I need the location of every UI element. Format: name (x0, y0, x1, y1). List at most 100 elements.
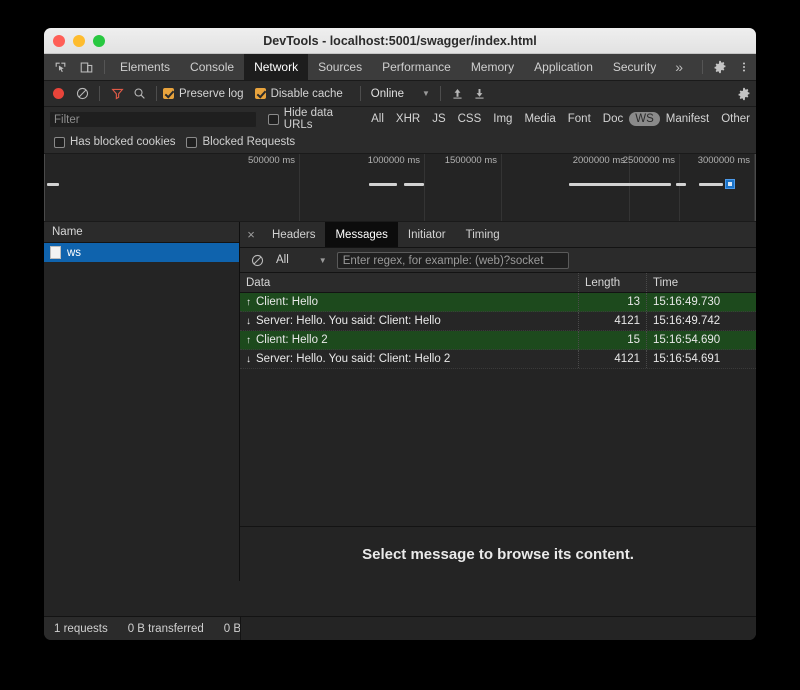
chevron-down-icon: ▼ (422, 89, 430, 98)
filter-input[interactable]: Filter (49, 110, 257, 128)
type-filter-manifest[interactable]: Manifest (660, 112, 715, 126)
search-icon[interactable] (128, 87, 150, 100)
message-type-value: All (276, 254, 289, 266)
minimize-window-button[interactable] (73, 34, 85, 47)
detail-tab-headers[interactable]: Headers (262, 222, 325, 247)
clear-messages-icon[interactable] (246, 254, 268, 267)
message-regex-input[interactable]: Enter regex, for example: (web)?socket (336, 251, 569, 269)
blocked-requests-checkbox[interactable]: Blocked Requests (186, 136, 295, 148)
status-requests-count: 1 requests (54, 622, 108, 635)
window-controls (53, 34, 105, 47)
tab-strip-spacer (692, 54, 697, 80)
overview-tick-0: 500000 ms (247, 155, 295, 166)
filter-icon[interactable] (106, 87, 128, 100)
blocked-requests-checkbox-box[interactable] (186, 136, 198, 148)
clear-network-log-icon[interactable] (71, 87, 93, 100)
message-row[interactable]: ↑ Client: Hello 13 15:16:49.730 (240, 293, 756, 312)
message-type-dropdown[interactable]: All ▼ (276, 254, 327, 266)
type-filter-all[interactable]: All (365, 112, 390, 126)
arrow-down-icon: ↓ (246, 353, 251, 365)
toolbar-divider-3 (359, 86, 361, 101)
column-header-length[interactable]: Length (578, 273, 646, 292)
arrow-down-icon: ↓ (246, 315, 251, 327)
preserve-log-checkbox[interactable]: Preserve log (163, 88, 244, 100)
message-row[interactable]: ↑ Client: Hello 2 15 15:16:54.690 (240, 331, 756, 350)
overview-selected-marker[interactable] (725, 179, 735, 189)
network-settings-gear-icon[interactable] (732, 87, 756, 101)
request-name-column-header[interactable]: Name (44, 222, 239, 243)
status-bar-clip: 1 requests 0 B transferred 0 B re (44, 617, 240, 640)
disable-cache-checkbox-box[interactable] (254, 88, 266, 99)
overview-request-bar (676, 183, 686, 186)
message-length-cell: 13 (578, 293, 646, 311)
tab-application[interactable]: Application (524, 54, 603, 80)
hide-data-urls-checkbox[interactable]: Hide data URLs (267, 107, 356, 131)
network-overview-timeline[interactable]: 500000 ms 1000000 ms 1500000 ms 2000000 … (44, 154, 756, 222)
message-row[interactable]: ↓ Server: Hello. You said: Client: Hello… (240, 350, 756, 369)
overview-tick-4: 2500000 ms (622, 155, 675, 166)
blocked-filter-row: Has blocked cookies Blocked Requests (44, 131, 756, 154)
close-window-button[interactable] (53, 34, 65, 47)
tab-divider (104, 60, 105, 74)
detail-tab-initiator[interactable]: Initiator (398, 222, 456, 247)
more-options-icon[interactable] (732, 54, 756, 80)
detail-tab-timing[interactable]: Timing (456, 222, 510, 247)
settings-gear-icon[interactable] (708, 54, 732, 80)
throttling-dropdown[interactable]: Online ▼ (367, 88, 434, 100)
message-row[interactable]: ↓ Server: Hello. You said: Client: Hello… (240, 312, 756, 331)
type-filter-img[interactable]: Img (487, 112, 518, 126)
has-blocked-cookies-label: Has blocked cookies (70, 136, 176, 148)
status-bar-empty-area (240, 617, 756, 640)
overview-request-bar (404, 183, 424, 186)
blocked-requests-label: Blocked Requests (202, 136, 296, 148)
request-row-ws[interactable]: ws (44, 243, 239, 262)
tab-network[interactable]: Network (244, 54, 309, 80)
message-text: Server: Hello. You said: Client: Hello 2 (256, 353, 451, 365)
disable-cache-checkbox[interactable]: Disable cache (254, 87, 343, 100)
has-blocked-cookies-checkbox-box[interactable] (54, 136, 65, 148)
type-filter-doc[interactable]: Doc (597, 112, 629, 126)
status-resources: 0 B re (223, 622, 240, 635)
tab-elements[interactable]: Elements (110, 54, 180, 80)
device-toolbar-icon[interactable] (73, 54, 99, 80)
status-transferred: 0 B transferred (127, 622, 204, 635)
type-filter-ws[interactable]: WS (629, 112, 660, 126)
column-header-data[interactable]: Data (240, 273, 578, 292)
inspect-element-icon[interactable] (47, 54, 73, 80)
message-time-cell: 15:16:54.691 (646, 350, 756, 368)
type-filter-media[interactable]: Media (518, 112, 561, 126)
close-icon[interactable]: × (240, 222, 262, 247)
tab-memory[interactable]: Memory (461, 54, 524, 80)
tab-performance[interactable]: Performance (372, 54, 461, 80)
message-time-cell: 15:16:49.730 (646, 293, 756, 311)
import-har-icon[interactable] (447, 87, 469, 100)
hide-data-urls-checkbox-box[interactable] (267, 113, 279, 125)
more-tabs-icon[interactable]: » (666, 54, 692, 80)
tab-security[interactable]: Security (603, 54, 666, 80)
message-text: Client: Hello (256, 296, 318, 308)
message-time-cell: 15:16:54.690 (646, 331, 756, 349)
export-har-icon[interactable] (469, 87, 491, 100)
tab-console[interactable]: Console (180, 54, 244, 80)
record-button[interactable] (53, 88, 64, 99)
detail-tab-messages[interactable]: Messages (325, 222, 398, 247)
type-filter-css[interactable]: CSS (452, 112, 488, 126)
chevron-down-icon: ▼ (318, 255, 327, 265)
tab-sources[interactable]: Sources (308, 54, 372, 80)
toolbar-divider-4 (439, 86, 441, 101)
request-list-panel: Name ws (44, 222, 240, 581)
messages-grid: Data Length Time ↑ Client: Hello 13 15:1… (240, 273, 756, 526)
disable-cache-label: Disable cache (270, 87, 343, 100)
maximize-window-button[interactable] (93, 34, 105, 47)
detail-tab-strip: × Headers Messages Initiator Timing (240, 222, 756, 248)
preserve-log-checkbox-box[interactable] (163, 88, 174, 99)
has-blocked-cookies-checkbox[interactable]: Has blocked cookies (54, 136, 175, 148)
message-content-pane: Select message to browse its content. (240, 526, 756, 581)
message-data-cell: ↓ Server: Hello. You said: Client: Hello… (240, 350, 578, 368)
type-filter-font[interactable]: Font (562, 112, 597, 126)
column-header-time[interactable]: Time (646, 273, 756, 292)
type-filter-other[interactable]: Other (715, 112, 756, 126)
type-filter-js[interactable]: JS (426, 112, 451, 126)
type-filter-xhr[interactable]: XHR (390, 112, 426, 126)
empty-state-message: Select message to browse its content. (362, 545, 634, 563)
